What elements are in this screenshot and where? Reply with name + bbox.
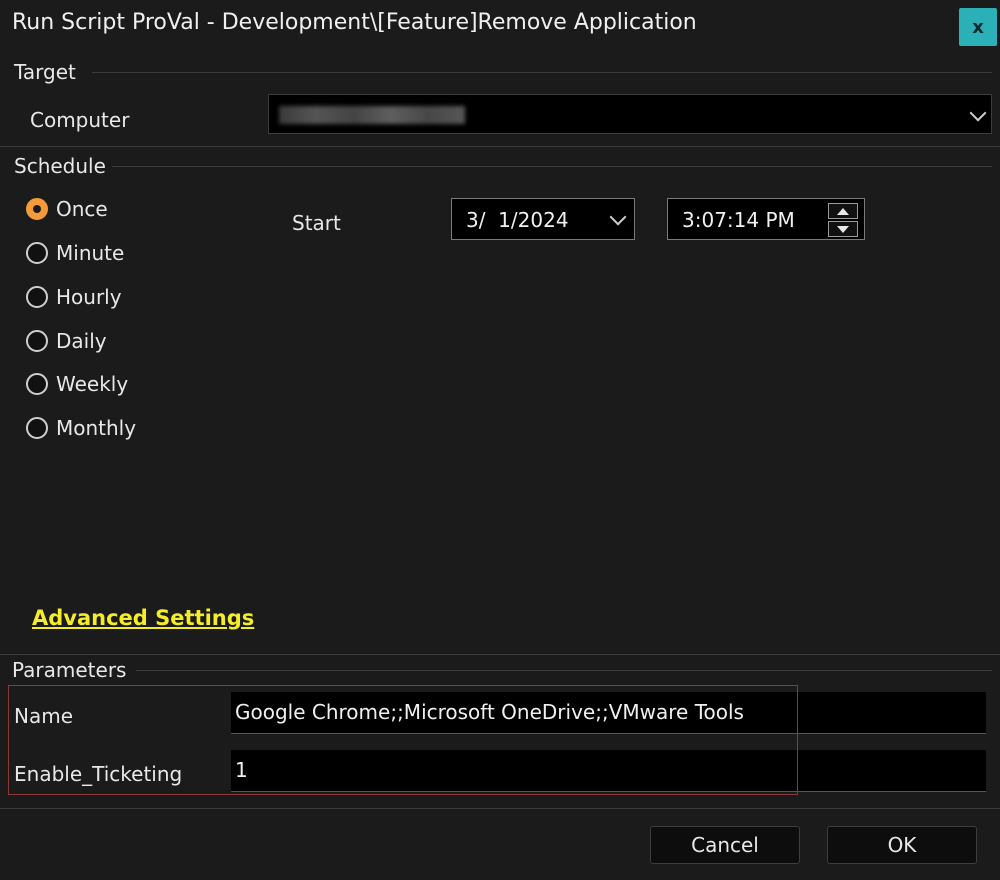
dialog-title: Run Script ProVal - Development\[Feature… xyxy=(12,10,697,35)
radio-button[interactable] xyxy=(26,286,48,308)
start-time-value: 3:07:14 PM xyxy=(682,208,795,232)
param-enable-ticketing-label: Enable_Ticketing xyxy=(14,762,183,786)
radio-label: Daily xyxy=(56,329,107,353)
parameters-top-divider xyxy=(0,654,1000,655)
run-script-dialog: Run Script ProVal - Development\[Feature… xyxy=(0,0,1000,880)
radio-button[interactable] xyxy=(26,417,48,439)
footer-divider xyxy=(0,808,1000,809)
schedule-section-label: Schedule xyxy=(14,154,106,178)
parameters-section-label: Parameters xyxy=(12,658,127,682)
start-date-picker[interactable]: 3/ 1/2024 xyxy=(451,198,635,240)
target-divider xyxy=(92,72,992,73)
param-name-input[interactable]: Google Chrome;;Microsoft OneDrive;;VMwar… xyxy=(231,692,986,734)
parameters-divider xyxy=(136,670,992,671)
cancel-button[interactable]: Cancel xyxy=(650,826,800,864)
radio-button[interactable] xyxy=(26,242,48,264)
spin-down-button[interactable] xyxy=(828,221,858,237)
schedule-option-minute[interactable]: Minute xyxy=(26,238,124,268)
chevron-down-icon xyxy=(969,104,987,122)
chevron-down-icon[interactable] xyxy=(609,208,627,226)
schedule-option-hourly[interactable]: Hourly xyxy=(26,282,122,312)
target-section-label: Target xyxy=(14,60,76,84)
computer-value-redacted xyxy=(279,106,465,124)
computer-label: Computer xyxy=(30,108,130,132)
time-spinner[interactable] xyxy=(828,203,858,237)
schedule-option-daily[interactable]: Daily xyxy=(26,326,107,356)
schedule-option-monthly[interactable]: Monthly xyxy=(26,413,136,443)
ok-button[interactable]: OK xyxy=(827,826,977,864)
title-bar: Run Script ProVal - Development\[Feature… xyxy=(0,0,1000,50)
radio-button[interactable] xyxy=(26,373,48,395)
param-enable-ticketing-input[interactable]: 1 xyxy=(231,750,986,792)
close-button[interactable]: x xyxy=(959,8,997,46)
param-name-value: Google Chrome;;Microsoft OneDrive;;VMwar… xyxy=(235,700,744,724)
radio-button[interactable] xyxy=(26,330,48,352)
start-date-value: 3/ 1/2024 xyxy=(466,208,569,232)
start-label: Start xyxy=(292,211,341,235)
arrow-up-icon xyxy=(837,207,849,215)
param-name-label: Name xyxy=(14,704,74,728)
radio-label: Minute xyxy=(56,241,125,265)
schedule-divider xyxy=(112,166,992,167)
radio-label: Weekly xyxy=(56,372,129,396)
schedule-option-weekly[interactable]: Weekly xyxy=(26,369,128,399)
start-time-picker[interactable]: 3:07:14 PM xyxy=(667,198,865,240)
param-enable-ticketing-value: 1 xyxy=(235,758,248,782)
computer-select[interactable] xyxy=(268,94,992,134)
schedule-top-divider xyxy=(0,146,1000,147)
radio-label: Monthly xyxy=(56,416,137,440)
schedule-option-once[interactable]: Once xyxy=(26,194,108,224)
radio-label: Hourly xyxy=(56,285,122,309)
radio-label: Once xyxy=(56,197,108,221)
arrow-down-icon xyxy=(837,225,849,233)
radio-button[interactable] xyxy=(26,198,48,220)
advanced-settings-link[interactable]: Advanced Settings xyxy=(32,606,254,630)
spin-up-button[interactable] xyxy=(828,203,858,219)
